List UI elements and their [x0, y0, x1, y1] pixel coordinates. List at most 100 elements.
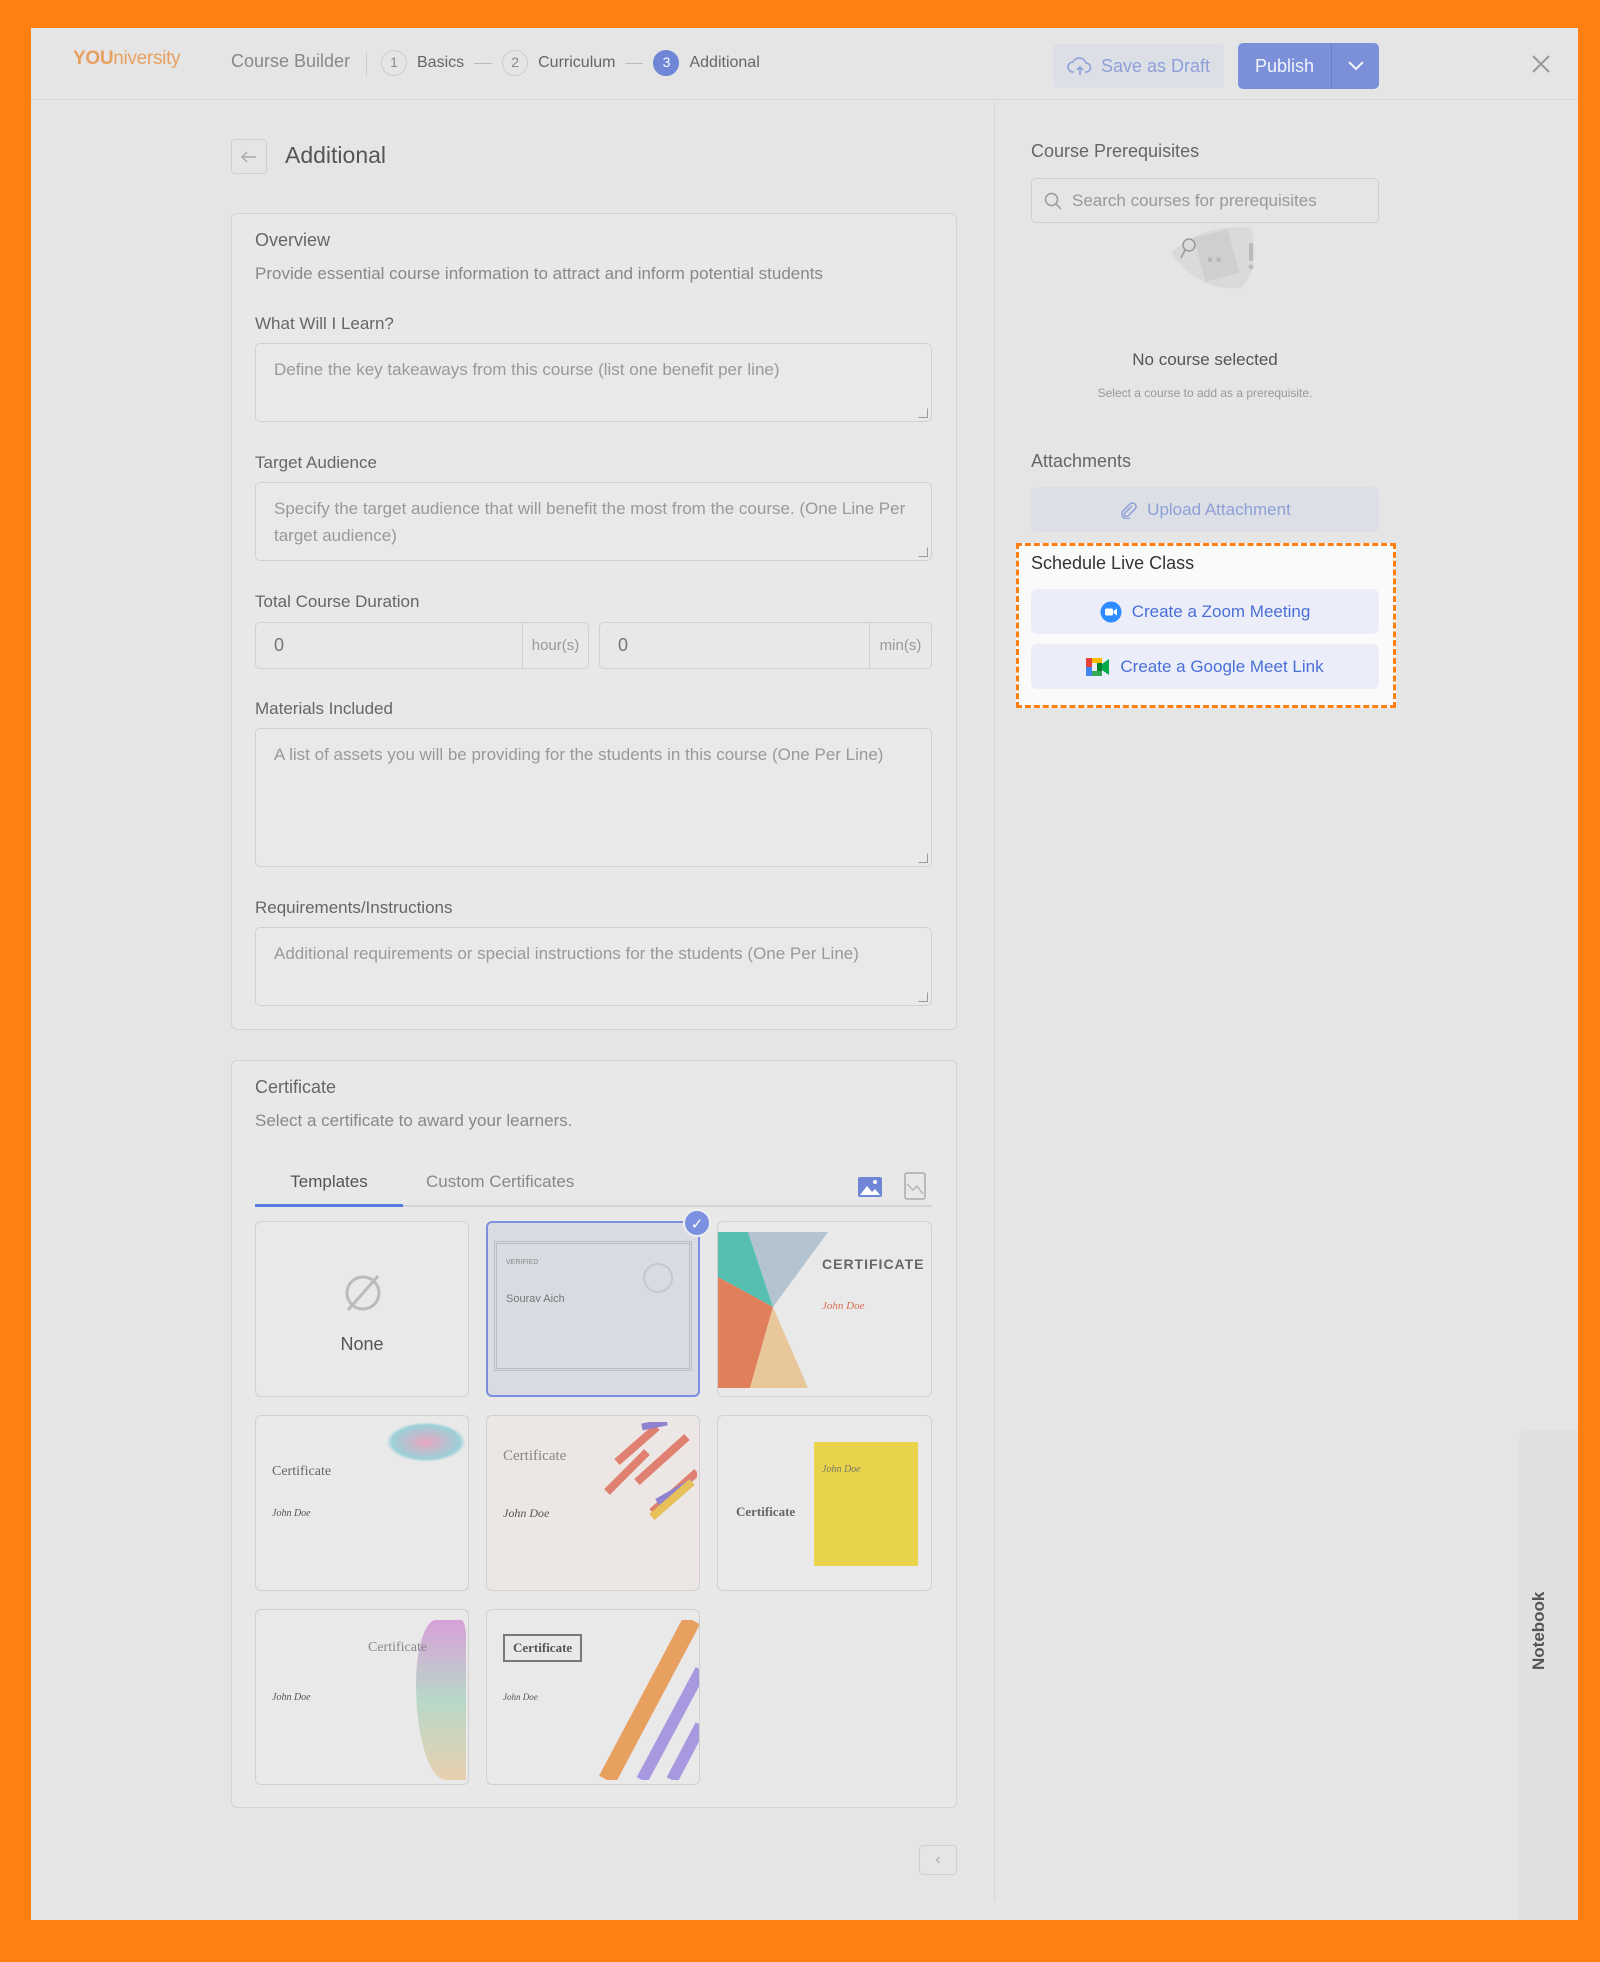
create-zoom-meeting-button[interactable]: Create a Zoom Meeting [1031, 589, 1379, 634]
close-icon[interactable] [1531, 54, 1551, 74]
tab-templates[interactable]: Templates [255, 1172, 403, 1207]
recipient-name: Sourav Aich [506, 1293, 565, 1305]
seal-icon [643, 1263, 673, 1293]
panel-divider [994, 101, 995, 1901]
step-2-number[interactable]: 2 [502, 50, 529, 76]
template-wave[interactable]: Certificate John Doe [255, 1609, 469, 1785]
recipient-name: John Doe [272, 1508, 311, 1519]
svg-text:× ×: × × [1207, 255, 1222, 266]
step-1-label[interactable]: Basics [417, 54, 464, 72]
recipient-name: John Doe [272, 1692, 311, 1703]
learn-placeholder: Define the key takeaways from this cours… [274, 360, 780, 379]
certificate-heading: Certificate [503, 1634, 583, 1662]
landscape-orientation-icon[interactable] [857, 1176, 883, 1198]
hours-input[interactable]: 0 hour(s) [255, 622, 589, 669]
geometric-art [718, 1232, 828, 1388]
step-2-label[interactable]: Curriculum [538, 54, 615, 72]
requirements-textarea[interactable]: Additional requirements or special instr… [255, 927, 932, 1006]
chevron-left-icon: ‹ [935, 1851, 941, 1868]
certificate-description: Select a certificate to award your learn… [255, 1111, 573, 1130]
recipient-name: John Doe [822, 1300, 865, 1312]
requirements-placeholder: Additional requirements or special instr… [274, 944, 859, 963]
save-draft-label: Save as Draft [1100, 55, 1211, 76]
google-meet-icon [1086, 657, 1110, 676]
paperclip-icon [1121, 501, 1137, 519]
publish-button-group: Publish [1238, 43, 1379, 89]
certificate-heading: Certificate [368, 1640, 428, 1655]
publish-button[interactable]: Publish [1238, 43, 1332, 89]
arrow-left-icon [241, 150, 256, 163]
tab-custom-certificates[interactable]: Custom Certificates [426, 1172, 574, 1192]
page-title: Additional [285, 142, 387, 168]
stepper: 1 Basics 2 Curriculum 3 Additional [381, 50, 760, 76]
logo-you: YOU [73, 48, 114, 69]
zoom-label: Create a Zoom Meeting [1131, 601, 1311, 621]
overview-title: Overview [255, 230, 331, 250]
hours-value[interactable]: 0 [256, 623, 522, 668]
recipient-name: John Doe [822, 1464, 861, 1475]
overview-description: Provide essential course information to … [255, 264, 823, 283]
minutes-input[interactable]: 0 min(s) [599, 622, 932, 669]
template-none[interactable]: None [255, 1221, 469, 1397]
minutes-unit: min(s) [869, 623, 931, 668]
resize-handle[interactable] [918, 992, 928, 1002]
template-stripes[interactable]: Certificate John Doe [486, 1415, 700, 1591]
template-floral[interactable]: Certificate John Doe [255, 1415, 469, 1591]
upload-label: Upload Attachment [1147, 499, 1291, 519]
resize-handle[interactable] [918, 547, 928, 557]
selected-check-icon: ✓ [683, 1209, 711, 1237]
prereq-title: Course Prerequisites [1031, 141, 1200, 161]
divider [366, 52, 367, 76]
save-draft-button[interactable]: Save as Draft [1053, 44, 1224, 88]
step-separator [625, 62, 644, 64]
materials-placeholder: A list of assets you will be providing f… [274, 745, 884, 764]
cloud-upload-icon [1067, 57, 1092, 75]
minutes-value[interactable]: 0 [600, 623, 869, 668]
template-diagonal[interactable]: Certificate John Doe [486, 1609, 700, 1785]
template-verified[interactable]: VERIFIED Sourav Aich [486, 1221, 700, 1397]
hours-unit: hour(s) [522, 623, 588, 668]
audience-label: Target Audience [255, 453, 377, 472]
live-class-title: Schedule Live Class [1031, 553, 1195, 573]
certificate-heading: Certificate [736, 1504, 796, 1519]
empty-title: No course selected [1132, 350, 1278, 369]
upload-attachment-button[interactable]: Upload Attachment [1031, 487, 1379, 532]
search-placeholder: Search courses for prerequisites [1072, 190, 1317, 210]
materials-textarea[interactable]: A list of assets you will be providing f… [255, 728, 932, 867]
meet-label: Create a Google Meet Link [1120, 656, 1324, 676]
empty-description: Select a course to add as a prerequisite… [1097, 386, 1313, 400]
floral-art [386, 1422, 466, 1462]
duration-label: Total Course Duration [255, 592, 420, 611]
step-3-label[interactable]: Additional [689, 54, 759, 72]
back-button[interactable] [231, 139, 267, 174]
audience-placeholder: Specify the target audience that will be… [274, 499, 906, 545]
audience-textarea[interactable]: Specify the target audience that will be… [255, 482, 932, 561]
requirements-label: Requirements/Instructions [255, 898, 453, 917]
notebook-tab[interactable]: Notebook [1519, 1430, 1578, 1920]
attachments-title: Attachments [1031, 451, 1132, 471]
resize-handle[interactable] [918, 853, 928, 863]
learn-label: What Will I Learn? [255, 314, 394, 333]
step-3-number[interactable]: 3 [653, 50, 680, 76]
portrait-orientation-icon[interactable] [904, 1172, 926, 1200]
publish-dropdown-button[interactable] [1332, 43, 1379, 89]
collapse-button[interactable]: ‹ [919, 1845, 957, 1875]
resize-handle[interactable] [918, 408, 928, 418]
materials-label: Materials Included [255, 699, 393, 718]
diagonal-art [599, 1620, 699, 1780]
course-builder-window: YOUniversity Course Builder 1 Basics 2 C… [31, 28, 1578, 1920]
verified-text: VERIFIED [506, 1259, 539, 1266]
none-label: None [340, 1334, 384, 1354]
empty-state-illustration: × × [1171, 227, 1255, 289]
certificate-heading: Certificate [272, 1464, 332, 1479]
yellow-panel [814, 1442, 918, 1566]
create-google-meet-button[interactable]: Create a Google Meet Link [1031, 644, 1379, 689]
top-bar: YOUniversity Course Builder 1 Basics 2 C… [31, 28, 1578, 100]
template-yellow[interactable]: Certificate John Doe [717, 1415, 932, 1591]
template-geometric[interactable]: CERTIFICATE John Doe [717, 1221, 932, 1397]
step-1-number[interactable]: 1 [381, 50, 407, 76]
none-icon [345, 1275, 381, 1311]
certificate-heading: Certificate [503, 1448, 567, 1464]
step-separator [474, 62, 493, 64]
learn-textarea[interactable]: Define the key takeaways from this cours… [255, 343, 932, 422]
